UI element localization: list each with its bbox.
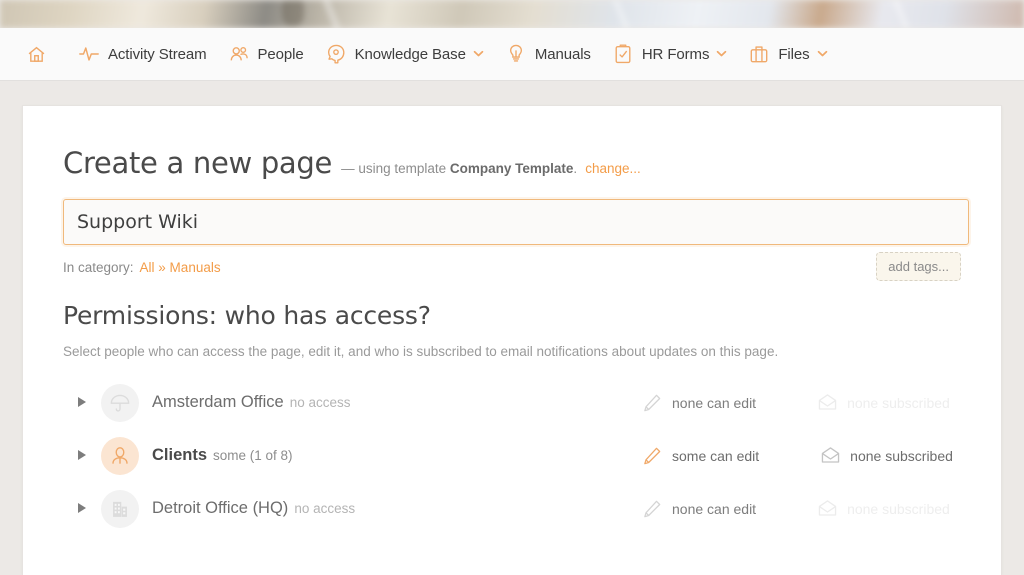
template-subtitle: — using template Company Template. [341,161,577,176]
nav-item-hr-forms[interactable]: HR Forms [601,28,738,81]
permission-row-actions: none can edit none subscribed [641,376,950,429]
nav-item-people[interactable]: People [217,28,314,81]
pencil-icon [641,392,663,414]
nav-label-knowledge-base: Knowledge Base [354,45,466,63]
knowledge-base-icon [324,42,348,66]
people-icon [227,42,251,66]
edit-permission-label: some can edit [672,447,760,464]
chevron-down-icon [716,50,727,59]
nav-label-people: People [257,45,304,63]
template-subtitle-prefix: — using template [341,161,447,176]
add-tags-button[interactable]: add tags... [876,252,961,281]
nav-item-files[interactable]: Files [737,28,837,81]
chevron-down-icon [817,50,828,59]
subscribe-permission-label: none subscribed [847,394,950,411]
envelope-icon [816,392,838,414]
nav-label-files: Files [778,45,810,63]
permission-group-name: Detroit Office (HQ) [152,499,289,517]
building-icon [101,489,139,528]
background-photo-strip [0,0,1024,28]
triangle-right-icon[interactable] [78,502,92,515]
category-label: In category: [63,260,134,275]
page-title-input[interactable] [63,199,969,245]
permission-access-state: no access [289,395,351,410]
lightbulb-icon [504,42,528,66]
nav-item-home[interactable] [18,28,61,81]
subscribe-permission-control[interactable]: none subscribed [816,498,950,520]
permissions-list: Amsterdam Office no access none can edit [63,376,961,535]
subscribe-permission-label: none subscribed [847,500,950,517]
permission-access-state: some (1 of 8) [213,448,293,463]
nav-label-activity-stream: Activity Stream [108,45,207,63]
permission-row-actions: some can edit none subscribed [641,429,953,482]
edit-permission-control[interactable]: none can edit [641,392,756,414]
table-row[interactable]: Clients some (1 of 8) some can edit none… [63,429,961,482]
page-heading-row: Create a new page — using template Compa… [63,146,961,180]
nav-item-activity-stream[interactable]: Activity Stream [67,28,217,81]
table-row[interactable]: Amsterdam Office no access none can edit [63,376,961,429]
page-title: Create a new page [63,146,333,180]
nav-label-hr-forms: HR Forms [641,45,710,63]
home-icon [24,42,48,66]
umbrella-icon [101,383,139,422]
permission-access-state: no access [294,501,356,516]
nav-item-manuals[interactable]: Manuals [494,28,601,81]
subscribe-permission-control[interactable]: none subscribed [816,392,950,414]
template-name: Company Template [449,161,574,176]
clipboard-icon [611,42,635,66]
nav-item-knowledge-base[interactable]: Knowledge Base [314,28,494,81]
triangle-right-icon[interactable] [78,449,92,462]
activity-icon [77,42,101,66]
edit-permission-label: none can edit [672,500,757,517]
envelope-icon [819,445,841,467]
edit-permission-control[interactable]: none can edit [641,498,756,520]
person-icon [101,436,139,475]
table-row[interactable]: Detroit Office (HQ) no access none can e… [63,482,961,535]
main-content-card: Create a new page — using template Compa… [22,105,1002,575]
top-navigation-bar: Activity Stream People Knowledge Base Ma… [0,28,1024,81]
change-template-link[interactable]: change... [585,161,641,176]
chevron-down-icon [473,50,484,59]
subscribe-permission-label: none subscribed [850,447,953,464]
permissions-heading: Permissions: who has access? [63,301,431,330]
nav-label-manuals: Manuals [534,45,591,63]
template-subtitle-suffix: . [573,161,578,176]
page-title-input-wrapper [63,199,969,245]
pencil-icon [641,445,663,467]
pencil-icon [641,498,663,520]
permission-group-name: Amsterdam Office [152,393,284,411]
permission-row-actions: none can edit none subscribed [641,482,950,535]
permissions-description: Select people who can access the page, e… [63,344,779,359]
briefcase-icon [747,42,771,66]
edit-permission-label: none can edit [672,394,757,411]
envelope-icon [816,498,838,520]
subscribe-permission-control[interactable]: none subscribed [819,445,953,467]
category-row: In category: All » Manuals add tags... [63,252,961,281]
triangle-right-icon[interactable] [78,396,92,409]
permission-group-name: Clients [152,446,208,464]
edit-permission-control[interactable]: some can edit [641,445,759,467]
category-path-link[interactable]: All » Manuals [140,260,221,275]
